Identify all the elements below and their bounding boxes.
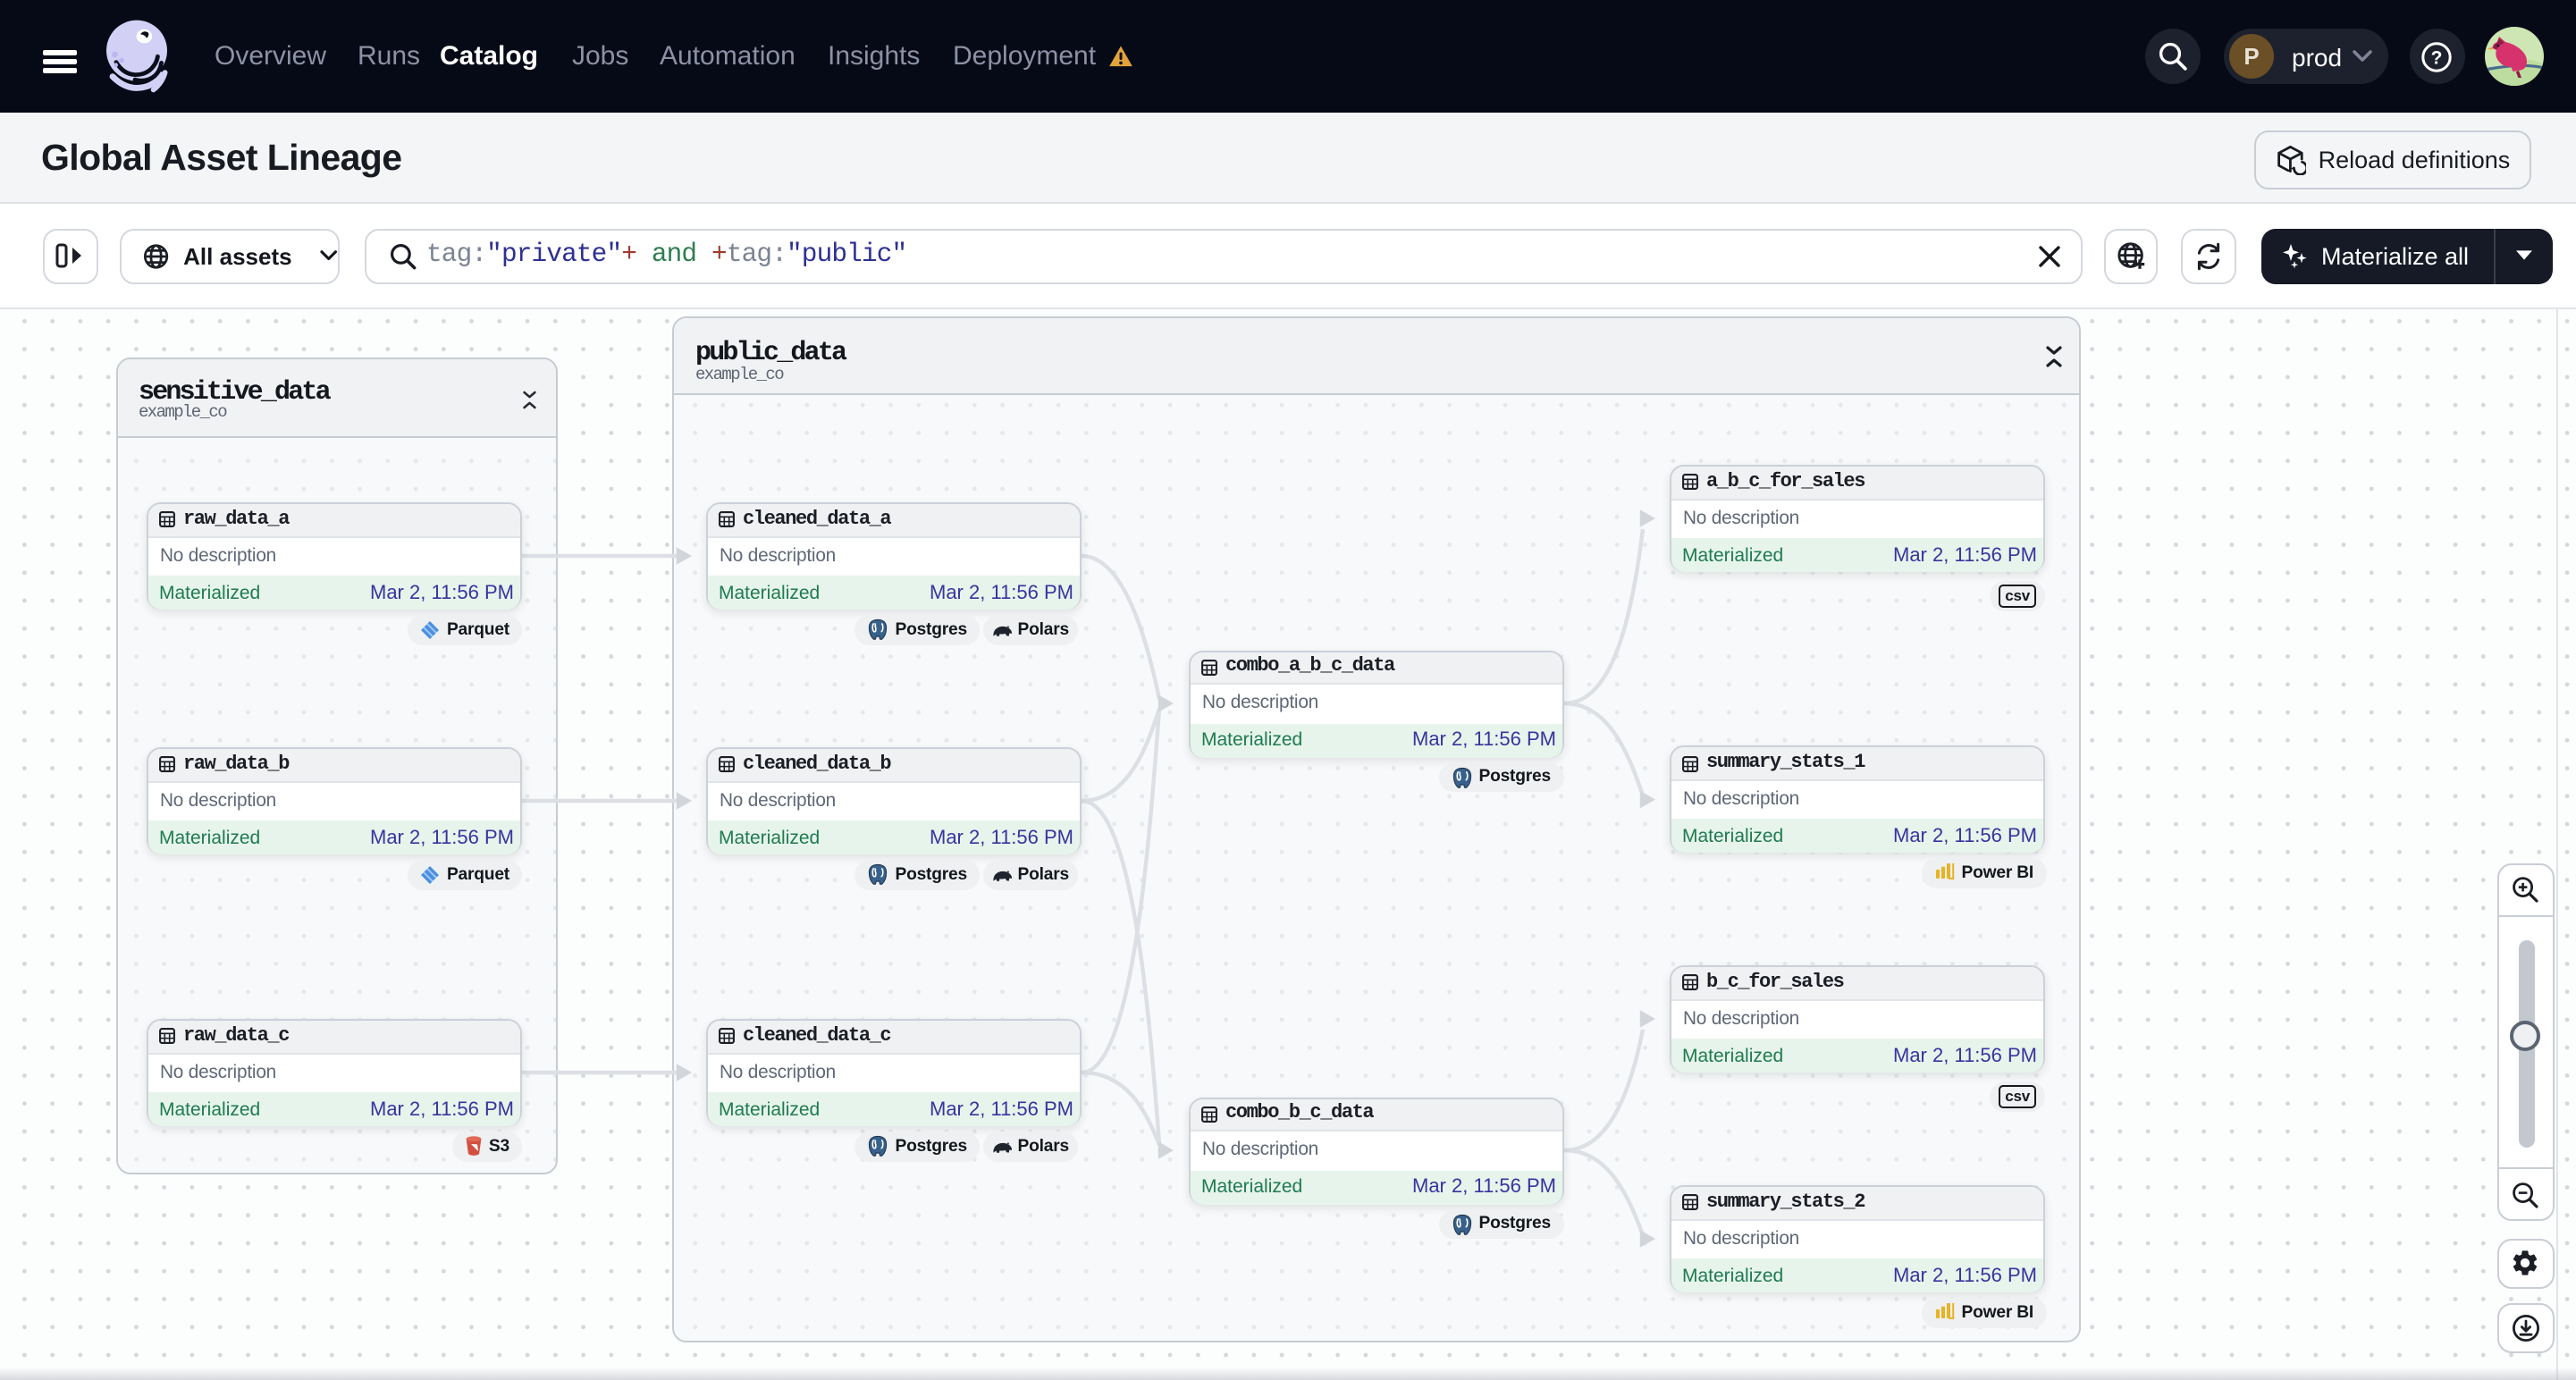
svg-text:?: ? — [2431, 46, 2443, 67]
